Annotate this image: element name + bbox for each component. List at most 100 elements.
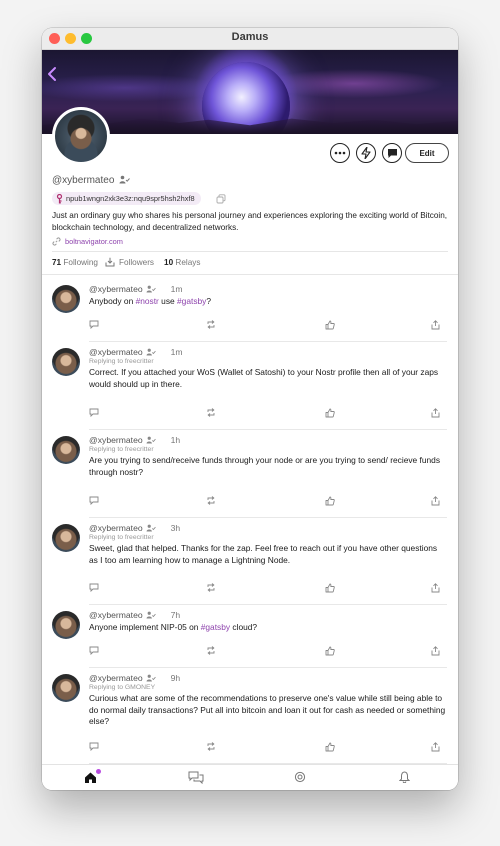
post-time: 9h xyxy=(170,673,181,683)
post-item[interactable]: @xybermateo 1m Replying to freecritter Corr… xyxy=(42,342,458,430)
post-time: 3h xyxy=(170,523,181,533)
edit-profile-button[interactable]: Edit xyxy=(405,143,449,163)
reply-button[interactable] xyxy=(89,583,99,592)
post-author[interactable]: @xybermateo xyxy=(89,673,143,683)
post-author[interactable]: @xybermateo xyxy=(89,435,143,445)
followers-download-icon xyxy=(105,257,115,267)
back-button[interactable] xyxy=(46,66,62,86)
reply-icon xyxy=(89,583,99,592)
reply-button[interactable] xyxy=(89,408,99,417)
repost-icon xyxy=(207,320,215,329)
post-avatar[interactable] xyxy=(52,674,80,702)
post-author[interactable]: @xybermateo xyxy=(89,347,143,357)
copy-icon[interactable] xyxy=(216,194,226,204)
profile-avatar[interactable] xyxy=(52,107,110,165)
share-button[interactable] xyxy=(431,496,440,506)
tab-messages[interactable] xyxy=(188,771,204,785)
post-actions xyxy=(89,408,447,420)
post-author[interactable]: @xybermateo xyxy=(89,284,143,294)
share-icon xyxy=(431,496,440,506)
post-avatar[interactable] xyxy=(52,436,80,464)
post-item[interactable]: @xybermateo 1m Anybody on #nostr use #gats… xyxy=(42,279,458,342)
post-avatar[interactable] xyxy=(52,524,80,552)
post-avatar[interactable] xyxy=(52,285,80,313)
post-item[interactable]: @xybermateo 1h Replying to freecritter Are … xyxy=(42,430,458,518)
relays-stat[interactable]: 10 Relays xyxy=(164,258,200,267)
share-icon xyxy=(431,320,440,330)
post-text: use xyxy=(158,296,178,306)
post-item[interactable]: @xybermateo 9h Replying to GMONEY Curious w… xyxy=(42,668,458,764)
tab-home[interactable] xyxy=(84,769,101,785)
hashtag-link[interactable]: #gatsby xyxy=(201,622,230,632)
share-button[interactable] xyxy=(431,583,440,593)
like-button[interactable] xyxy=(325,742,335,752)
repost-icon xyxy=(207,742,215,751)
link-icon xyxy=(52,237,61,246)
more-options-button[interactable] xyxy=(330,143,350,163)
like-button[interactable] xyxy=(325,320,335,330)
repost-button[interactable] xyxy=(206,320,216,329)
npub-text: npub1wngn2xk3e3z:nqu9spr5hsh2hxf8 xyxy=(66,194,195,203)
share-icon xyxy=(431,583,440,593)
post-item[interactable]: @xybermateo 3h Replying to freecritter Swee… xyxy=(42,518,458,605)
verified-user-icon xyxy=(119,175,131,184)
repost-button[interactable] xyxy=(206,742,216,751)
share-button[interactable] xyxy=(431,408,440,418)
share-button[interactable] xyxy=(431,742,440,752)
reply-button[interactable] xyxy=(89,320,99,329)
app-window: Damus Edit @xybermateo npub1wngn2xk3e3z:… xyxy=(42,28,458,790)
message-button[interactable] xyxy=(382,143,402,163)
reply-button[interactable] xyxy=(89,742,99,751)
reply-button[interactable] xyxy=(89,646,99,655)
share-button[interactable] xyxy=(431,646,440,656)
post-reply-context[interactable]: Replying to GMONEY xyxy=(89,684,155,691)
tab-notifications[interactable] xyxy=(399,771,413,785)
profile-handle-text: @xybermateo xyxy=(52,175,115,186)
post-item[interactable]: @xybermateo 7h Anyone implement NIP-05 on … xyxy=(42,605,458,668)
reply-button[interactable] xyxy=(89,496,99,505)
post-actions xyxy=(89,320,447,332)
repost-button[interactable] xyxy=(206,408,216,417)
following-stat[interactable]: 71 Following xyxy=(52,258,98,267)
repost-icon xyxy=(207,408,215,417)
lightning-icon xyxy=(361,147,371,159)
post-text: cloud? xyxy=(230,622,258,632)
home-icon xyxy=(85,772,96,783)
post-time: 1m xyxy=(170,284,183,294)
post-reply-context[interactable]: Replying to freecritter xyxy=(89,446,154,453)
like-button[interactable] xyxy=(325,646,335,656)
zap-button[interactable] xyxy=(356,143,376,163)
hashtag-link[interactable]: #nostr xyxy=(136,296,159,306)
repost-button[interactable] xyxy=(206,583,216,592)
post-avatar[interactable] xyxy=(52,611,80,639)
website-text: boltnavigator.com xyxy=(65,237,123,246)
post-content: Are you trying to send/receive funds thr… xyxy=(89,455,447,478)
followers-stat[interactable]: Followers xyxy=(119,258,154,267)
like-button[interactable] xyxy=(325,583,335,593)
post-text: Anyone implement NIP-05 on xyxy=(89,622,201,632)
post-content: Curious what are some of the recommendat… xyxy=(89,693,447,728)
share-icon xyxy=(431,742,440,752)
post-actions xyxy=(89,646,447,658)
post-reply-context[interactable]: Replying to freecritter xyxy=(89,358,154,365)
reply-icon xyxy=(89,646,99,655)
website-link[interactable]: boltnavigator.com xyxy=(52,237,123,246)
post-meta: @xybermateo 1m xyxy=(89,284,183,294)
repost-button[interactable] xyxy=(206,646,216,655)
repost-button[interactable] xyxy=(206,496,216,505)
reply-icon xyxy=(89,408,99,417)
post-reply-context[interactable]: Replying to freecritter xyxy=(89,534,154,541)
search-icon xyxy=(294,771,306,783)
npub-badge[interactable]: npub1wngn2xk3e3z:nqu9spr5hsh2hxf8 xyxy=(52,192,201,205)
like-button[interactable] xyxy=(325,408,335,418)
post-author[interactable]: @xybermateo xyxy=(89,610,143,620)
post-avatar[interactable] xyxy=(52,348,80,376)
relays-count: 10 xyxy=(164,257,174,267)
chat-bubbles-icon xyxy=(188,771,204,784)
share-button[interactable] xyxy=(431,320,440,330)
hashtag-link[interactable]: #gatsby xyxy=(177,296,206,306)
tab-search[interactable] xyxy=(294,771,308,785)
post-author[interactable]: @xybermateo xyxy=(89,523,143,533)
like-button[interactable] xyxy=(325,496,335,506)
profile-handle: @xybermateo xyxy=(52,175,131,186)
